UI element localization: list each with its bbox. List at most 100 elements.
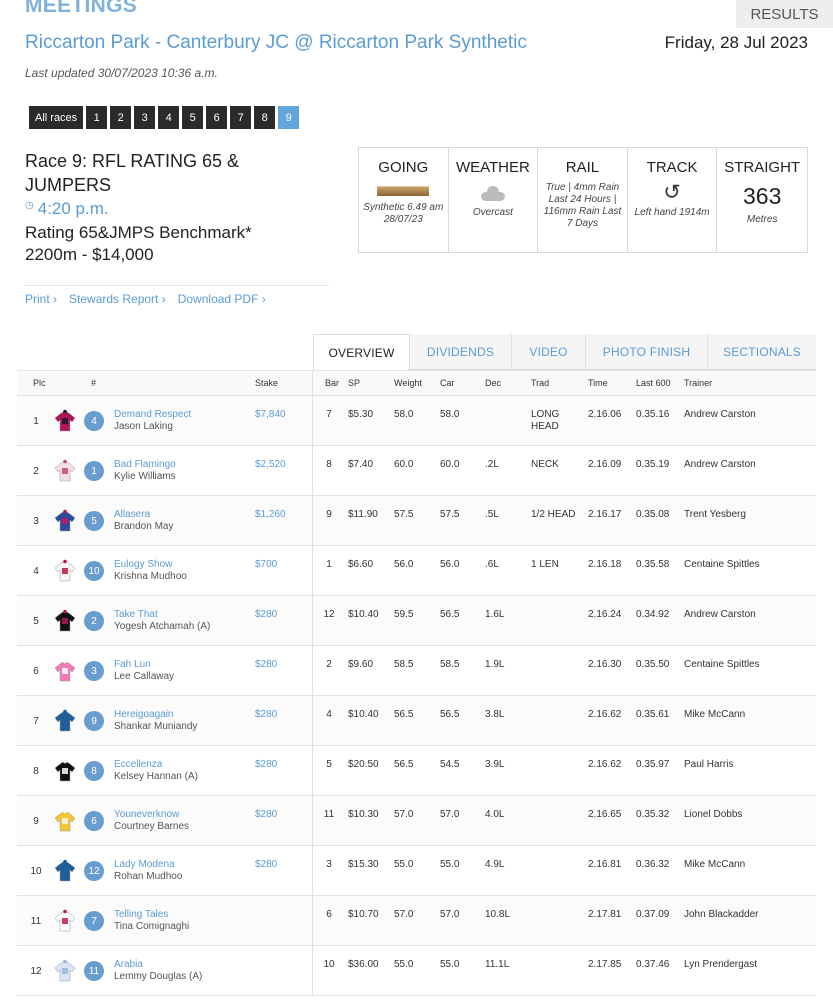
cell-car: 57.0 xyxy=(440,909,460,920)
stewards-report-link[interactable]: Stewards Report › xyxy=(69,292,166,306)
cell-sp: $11.90 xyxy=(348,509,378,520)
saddlecloth-number: 8 xyxy=(84,761,104,781)
cell-stake[interactable]: $700 xyxy=(255,559,277,571)
horse-name-link[interactable]: Demand Respect xyxy=(114,409,191,421)
table-row: 4 10 Eulogy Show Krishna Mudhoo $700 1 $6.60 5… xyxy=(17,546,816,596)
horse-name-link[interactable]: Telling Tales xyxy=(114,909,168,921)
race-tab-3[interactable]: 3 xyxy=(134,106,156,129)
left-hand-loop-icon: ↺ xyxy=(663,181,681,204)
cell-trad: 1 LEN xyxy=(531,559,559,570)
cell-trainer: Lionel Dobbs xyxy=(684,809,743,820)
results-tab[interactable]: RESULTS xyxy=(736,0,833,28)
placing: 9 xyxy=(33,816,39,827)
cell-stake[interactable]: $280 xyxy=(255,759,277,771)
cell-sp: $20.50 xyxy=(348,759,379,770)
race-title: Race 9: RFL RATING 65 & JUMPERS xyxy=(25,151,240,195)
jockey-silk-icon xyxy=(54,659,76,682)
cell-time: 2.16.18 xyxy=(588,559,622,570)
horse-name-link[interactable]: Youneverknow xyxy=(114,809,179,821)
horse-name-link[interactable]: Bad Flamingo xyxy=(114,459,176,471)
rail-label: RAIL xyxy=(565,159,600,176)
saddlecloth-number: 7 xyxy=(84,911,104,931)
cell-stake[interactable]: $2,520 xyxy=(255,459,286,471)
cell-dec: .5L xyxy=(485,509,499,520)
cell-bar: 7 xyxy=(326,409,332,420)
cell-stake[interactable]: $1,260 xyxy=(255,509,286,521)
saddlecloth-number: 6 xyxy=(84,811,104,831)
cell-last600: 0.35.50 xyxy=(636,659,670,670)
horse-name-link[interactable]: Eulogy Show xyxy=(114,559,172,571)
cell-trainer: Mike McCann xyxy=(684,709,746,720)
horse-name-link[interactable]: Fah Lun xyxy=(114,659,151,671)
track-label: TRACK xyxy=(646,159,698,176)
cell-bar: 1 xyxy=(326,559,332,570)
col-trad: Trad xyxy=(531,378,550,388)
table-row: 10 12 Lady Modena Rohan Mudhoo $280 3 $15.30 5… xyxy=(17,846,816,896)
race-tabs: All races 1 2 3 4 5 6 7 8 9 xyxy=(29,106,300,129)
cell-stake[interactable]: $280 xyxy=(255,809,277,821)
race-tab-all[interactable]: All races xyxy=(29,106,84,129)
rail-value: True | 4mm Rain Last 24 Hours | 116mm Ra… xyxy=(543,182,622,229)
weather-cell: WEATHER Overcast xyxy=(449,148,539,252)
horse-name-link[interactable]: Hereigoagain xyxy=(114,709,174,721)
race-tab-9[interactable]: 9 xyxy=(278,106,300,129)
cell-trad: LONG HEAD xyxy=(531,409,560,432)
cell-sp: $6.60 xyxy=(348,559,374,570)
jockey-silk-icon xyxy=(54,859,76,882)
tab-photo-finish[interactable]: PHOTO FINISH xyxy=(586,334,708,370)
race-tab-4[interactable]: 4 xyxy=(158,106,180,129)
race-tab-6[interactable]: 6 xyxy=(206,106,228,129)
cell-stake[interactable]: $7,840 xyxy=(255,409,286,421)
cell-trad: 1/2 HEAD xyxy=(531,509,576,520)
race-tab-8[interactable]: 8 xyxy=(254,106,276,129)
cell-stake[interactable]: $280 xyxy=(255,609,277,621)
cell-stake[interactable]: $280 xyxy=(255,659,277,671)
saddlecloth-number: 10 xyxy=(84,561,104,581)
print-link[interactable]: Print › xyxy=(25,292,57,306)
cell-weight: 56.5 xyxy=(394,709,414,720)
cell-weight: 57.0 xyxy=(394,909,414,920)
meeting-date: Friday, 28 Jul 2023 xyxy=(664,33,808,52)
race-time: ◷ 4:20 p.m. xyxy=(25,199,109,219)
cell-last600: 0.37.09 xyxy=(636,909,670,920)
table-row: 8 8 Eccellenza Kelsey Hannan (A) $280 5 $20.5… xyxy=(17,746,816,796)
jockey-name: Shankar Muniandy xyxy=(114,721,198,732)
race-tab-1[interactable]: 1 xyxy=(86,106,108,129)
cell-car: 55.0 xyxy=(440,859,460,870)
cell-dec: 4.0L xyxy=(485,809,505,820)
cell-bar: 11 xyxy=(323,809,335,820)
jockey-name: Krishna Mudhoo xyxy=(114,571,187,582)
tab-overview[interactable]: OVERVIEW xyxy=(313,334,410,371)
table-row: 11 7 Telling Tales Tina Comignaghi 6 $10.70 5… xyxy=(17,896,816,946)
cell-stake[interactable]: $280 xyxy=(255,859,277,871)
horse-name-link[interactable]: Lady Modena xyxy=(114,859,175,871)
race-tab-2[interactable]: 2 xyxy=(110,106,132,129)
cell-last600: 0.35.08 xyxy=(636,509,670,520)
horse-name-link[interactable]: Take That xyxy=(114,609,158,621)
cell-dec: 10.8L xyxy=(485,909,511,920)
cell-time: 2.16.30 xyxy=(588,659,622,670)
synthetic-track-icon xyxy=(377,186,430,196)
cell-stake[interactable]: $280 xyxy=(255,709,277,721)
col-weight: Weight xyxy=(394,378,422,388)
cell-bar: 5 xyxy=(326,759,332,770)
horse-name-link[interactable]: Arabia xyxy=(114,959,143,971)
tab-video[interactable]: VIDEO xyxy=(512,334,586,370)
download-pdf-link[interactable]: Download PDF › xyxy=(178,292,266,306)
meeting-title[interactable]: Riccarton Park - Canterbury JC @ Riccart… xyxy=(25,32,527,54)
horse-name-link[interactable]: Allasera xyxy=(114,509,150,521)
placing: 3 xyxy=(33,516,39,527)
horse-name-link[interactable]: Eccellenza xyxy=(114,759,162,771)
tab-sectionals[interactable]: SECTIONALS xyxy=(708,334,816,370)
tab-dividends[interactable]: DIVIDENDS xyxy=(410,334,512,370)
cell-trainer: John Blackadder xyxy=(684,909,759,920)
cell-time: 2.16.24 xyxy=(588,609,622,620)
jockey-name: Yogesh Atchamah (A) xyxy=(114,621,211,632)
straight-number: 363 xyxy=(742,183,782,209)
race-tab-5[interactable]: 5 xyxy=(182,106,204,129)
race-tab-7[interactable]: 7 xyxy=(230,106,252,129)
page-heading: MEETINGS xyxy=(25,0,138,17)
saddlecloth-number: 2 xyxy=(84,611,104,631)
cell-last600: 0.34.92 xyxy=(636,609,670,620)
track-value: Left hand 1914m xyxy=(634,207,710,218)
